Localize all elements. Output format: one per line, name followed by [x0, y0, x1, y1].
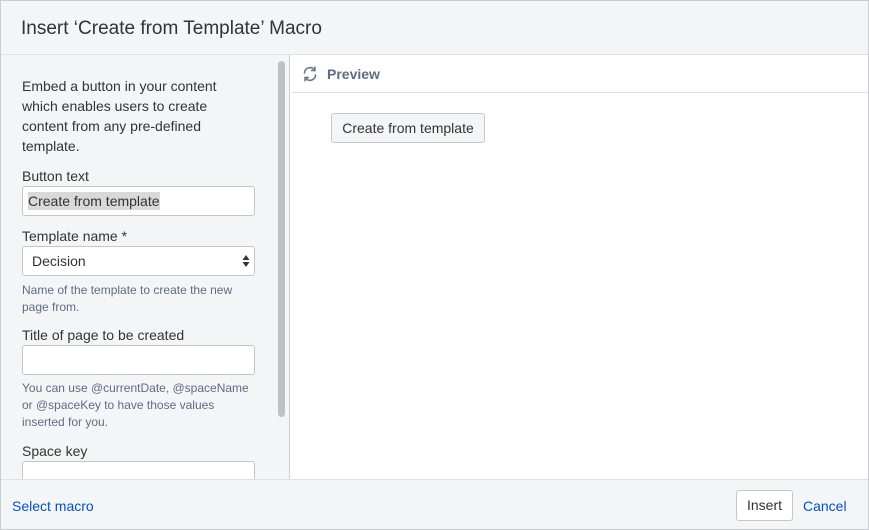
select-arrows-icon: [242, 255, 250, 267]
macro-dialog: Insert ‘Create from Template’ Macro Embe…: [0, 0, 869, 530]
dialog-title: Insert ‘Create from Template’ Macro: [21, 18, 322, 39]
page-title-help: You can use @currentDate, @spaceName or …: [22, 381, 249, 429]
template-name-help: Name of the template to create the new p…: [22, 283, 233, 314]
form-scrollbar-thumb[interactable]: [278, 61, 285, 417]
button-text-value: Create from template: [28, 192, 160, 210]
create-from-template-preview-button[interactable]: Create from template: [331, 113, 485, 143]
space-key-label: Space key: [22, 443, 88, 459]
preview-label: Preview: [327, 66, 380, 82]
select-macro-link[interactable]: Select macro: [12, 498, 94, 514]
cancel-link[interactable]: Cancel: [803, 498, 847, 514]
refresh-icon[interactable]: [301, 65, 319, 83]
page-title-input[interactable]: [22, 345, 255, 375]
dialog-header: Insert ‘Create from Template’ Macro: [1, 1, 868, 55]
preview-panel: Preview Create from template: [291, 55, 868, 479]
preview-header: Preview: [291, 55, 868, 93]
template-name-select[interactable]: Decision: [22, 246, 255, 276]
button-text-label: Button text: [22, 168, 89, 184]
template-name-label: Template name *: [22, 228, 128, 244]
macro-form-panel: Embed a button in your content which ena…: [1, 55, 290, 479]
insert-button[interactable]: Insert: [736, 490, 793, 521]
button-text-input[interactable]: Create from template: [22, 186, 255, 216]
template-name-value: Decision: [32, 253, 86, 269]
space-key-input[interactable]: [22, 461, 255, 479]
page-title-label: Title of page to be created: [22, 327, 185, 343]
form-scrollbar[interactable]: [277, 59, 286, 475]
dialog-footer: Select macro Insert Cancel: [1, 479, 868, 529]
macro-description: Embed a button in your content which ena…: [22, 78, 217, 154]
